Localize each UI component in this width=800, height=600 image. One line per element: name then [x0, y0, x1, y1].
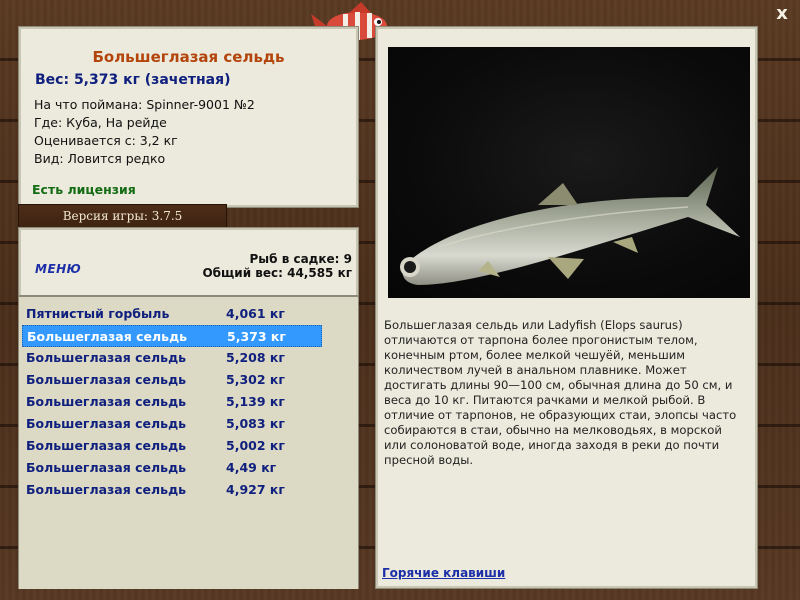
catch-row-weight: 4,927 кг: [226, 482, 285, 497]
hotkeys-link[interactable]: Горячие клавиши: [382, 566, 505, 580]
catch-info-panel: Большеглазая сельдь Вес: 5,373 кг (зачет…: [18, 26, 359, 208]
ladyfish-image: [400, 167, 740, 285]
catch-row-weight: 4,49 кг: [226, 460, 277, 475]
catch-row-name: Большеглазая сельдь: [26, 350, 187, 365]
catch-row[interactable]: Большеглазая сельдь 4,49 кг: [22, 457, 322, 479]
catch-details: На что поймана: Spinner-9001 №2 Где: Куб…: [34, 96, 255, 168]
catch-row-name: Большеглазая сельдь: [26, 372, 187, 387]
catch-row-name: Большеглазая сельдь: [26, 394, 187, 409]
catch-row[interactable]: Большеглазая сельдь 5,139 кг: [22, 391, 322, 413]
catch-row-name: Большеглазая сельдь: [26, 482, 187, 497]
bait-line: На что поймана: Spinner-9001 №2: [34, 97, 255, 112]
location-line: Где: Куба, На рейде: [34, 115, 167, 130]
catch-row-name: Большеглазая сельдь: [26, 460, 187, 475]
catch-row-name: Большеглазая сельдь: [27, 329, 188, 344]
catch-list[interactable]: Пятнистый горбыль 4,061 кг Большеглазая се…: [19, 295, 358, 589]
catch-row-name: Пятнистый горбыль: [26, 306, 170, 321]
min-weight-line: Оценивается с: 3,2 кг: [34, 133, 178, 148]
cage-count: Рыб в садке: 9: [249, 252, 353, 266]
catch-row-weight: 5,302 кг: [226, 372, 285, 387]
license-status: Есть лицензия: [32, 182, 136, 197]
catch-row-weight: 5,083 кг: [226, 416, 285, 431]
catch-row-name: Большеглазая сельдь: [26, 416, 187, 431]
catch-row[interactable]: Большеглазая сельдь 5,373 кг: [22, 325, 322, 347]
catch-row[interactable]: Большеглазая сельдь 5,002 кг: [22, 435, 322, 457]
catch-row-name: Большеглазая сельдь: [26, 438, 187, 453]
catch-row-weight: 5,373 кг: [227, 329, 286, 344]
rarity-line: Вид: Ловится редко: [34, 151, 166, 166]
cage-stats: Рыб в садке: 9 Общий вес: 44,585 кг: [202, 252, 352, 280]
catch-row[interactable]: Большеглазая сельдь 4,927 кг: [22, 479, 322, 501]
catch-row-weight: 5,139 кг: [226, 394, 285, 409]
fish-description: Большеглазая сельдь или Ladyfish (Elops …: [384, 318, 737, 467]
catch-row-weight: 5,002 кг: [226, 438, 285, 453]
catch-row[interactable]: Большеглазая сельдь 5,208 кг: [22, 347, 322, 369]
cage-panel: МЕНЮ Рыб в садке: 9 Общий вес: 44,585 кг…: [18, 227, 359, 589]
catch-row[interactable]: Пятнистый горбыль 4,061 кг: [22, 303, 322, 325]
fish-title: Большеглазая сельдь: [92, 48, 285, 66]
close-button[interactable]: x: [772, 4, 792, 24]
catch-row-weight: 5,208 кг: [226, 350, 285, 365]
menu-button[interactable]: МЕНЮ: [35, 262, 81, 276]
cage-total-weight: Общий вес: 44,585 кг: [202, 266, 352, 280]
catch-row[interactable]: Большеглазая сельдь 5,083 кг: [22, 413, 322, 435]
fish-photo: [388, 47, 750, 298]
catch-row-weight: 4,061 кг: [226, 306, 285, 321]
fish-detail-panel: Большеглазая сельдь или Ladyfish (Elops …: [375, 26, 758, 589]
fish-weight: Вес: 5,373 кг (зачетная): [35, 72, 231, 88]
catch-row[interactable]: Большеглазая сельдь 5,302 кг: [22, 369, 322, 391]
game-version: Версия игры: 3.7.5: [18, 204, 227, 228]
